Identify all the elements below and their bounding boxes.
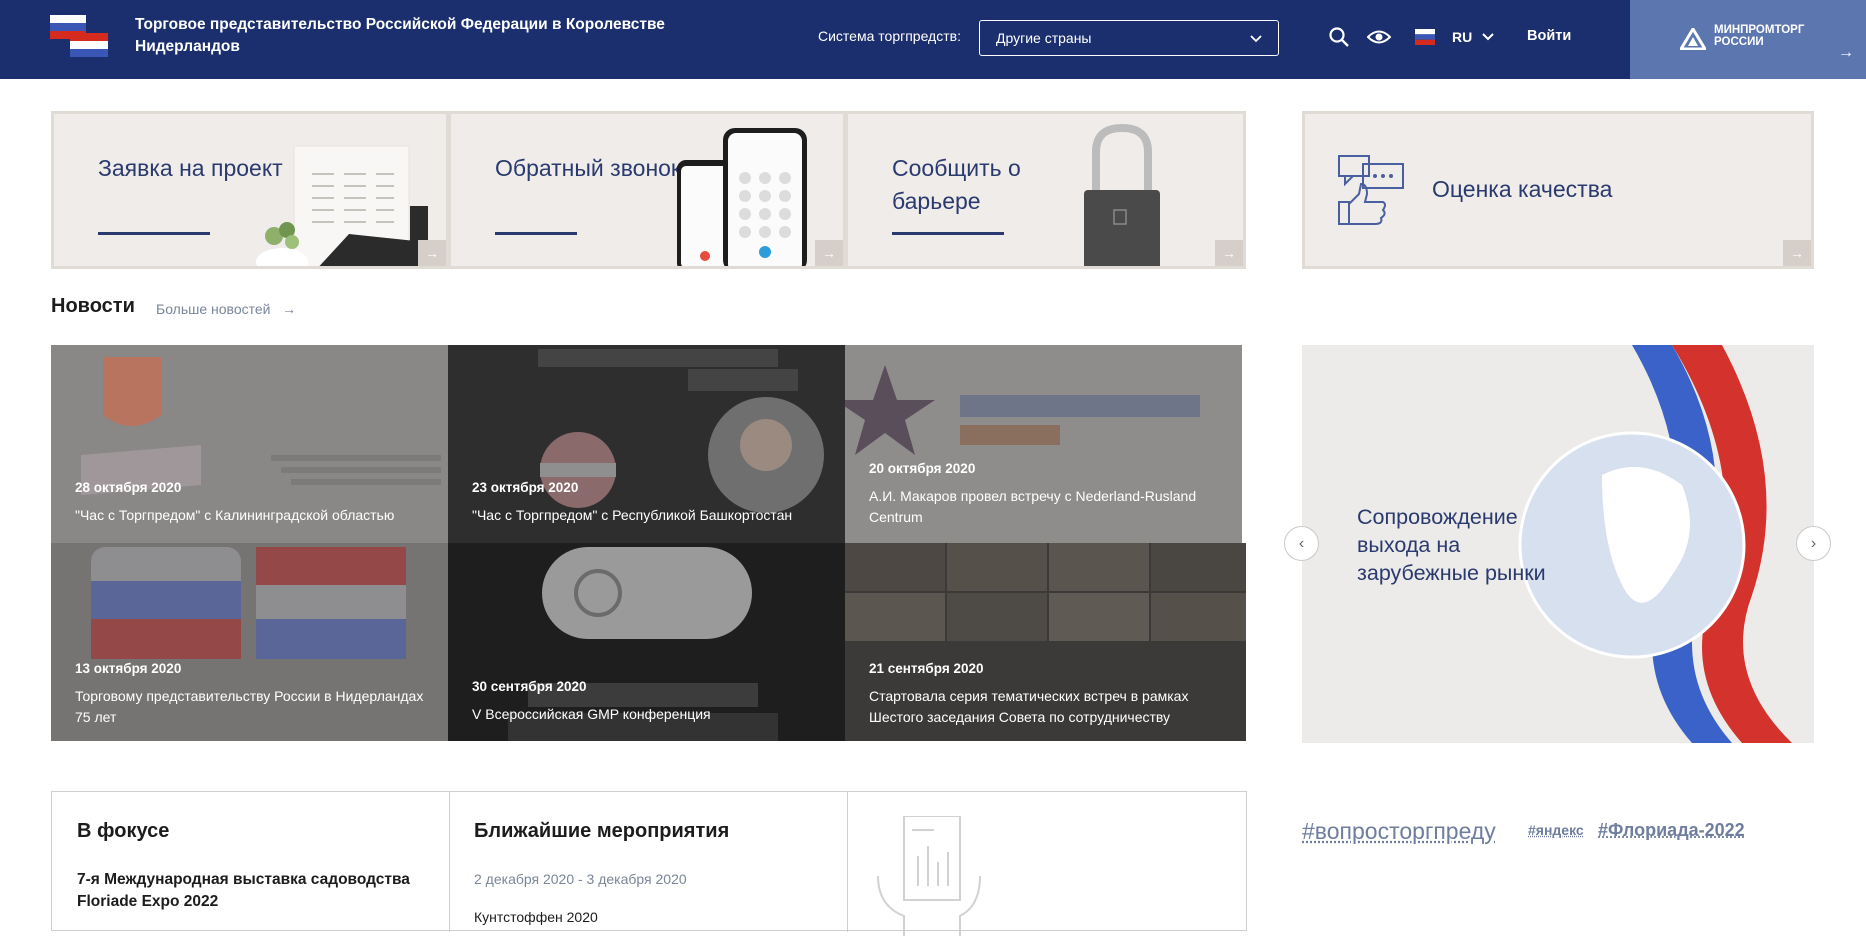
card-project-application[interactable]: Заявка на проект →: [51, 111, 449, 269]
events-heading: Ближайшие мероприятия: [474, 820, 729, 843]
news-headline: V Всероссийская GMP конференция: [472, 704, 832, 725]
news-headline: А.И. Макаров провел встречу с Nederland-…: [869, 486, 1229, 528]
carousel-next-button[interactable]: ›: [1796, 526, 1831, 561]
top-header: Торговое представительство Российской Фе…: [0, 0, 1866, 79]
ministry-link[interactable]: МИНПРОМТОРГ РОССИИ →: [1630, 0, 1866, 79]
login-link[interactable]: Войти: [1527, 28, 1571, 44]
tag-yandex[interactable]: #яндекс: [1528, 822, 1584, 838]
tag-trade-rep-question[interactable]: #вопросторгпреду: [1302, 818, 1496, 845]
trade-system-select-value: Другие страны: [996, 30, 1092, 46]
news-tile[interactable]: 13 октября 2020 Торговому представительс…: [51, 543, 448, 741]
panel-divider: [449, 792, 450, 932]
news-date: 30 сентября 2020: [472, 679, 587, 694]
card-underline: [892, 232, 1004, 235]
trade-system-select[interactable]: Другие страны: [979, 20, 1279, 56]
ministry-name: МИНПРОМТОРГ РОССИИ: [1714, 24, 1824, 48]
bottom-info-panel: В фокусе 7-я Международная выставка садо…: [51, 791, 1247, 931]
more-news-link[interactable]: Больше новостей →: [156, 301, 296, 317]
news-headline: Стартовала серия тематических встреч в р…: [869, 686, 1229, 728]
event-date: 2 декабря 2020 - 3 декабря 2020: [474, 871, 687, 887]
news-date: 20 октября 2020: [869, 461, 975, 476]
news-tile[interactable]: 28 октября 2020 "Час с Торгпредом" с Кал…: [51, 345, 448, 543]
export-support-banner[interactable]: Сопровождение выхода на зарубежные рынки: [1302, 345, 1814, 743]
card-title: Сообщить о барьере: [892, 152, 1082, 218]
news-heading: Новости: [51, 295, 135, 318]
card-underline: [98, 232, 210, 235]
smartphones-image: [673, 128, 813, 269]
ministry-logo-icon: [1680, 28, 1706, 50]
carousel-prev-button[interactable]: ‹: [1284, 526, 1319, 561]
site-title[interactable]: Торговое представительство Российской Фе…: [135, 14, 695, 58]
chat-thumbs-up-icon: [1335, 154, 1407, 226]
news-tile[interactable]: 30 сентября 2020 V Всероссийская GMP кон…: [448, 543, 845, 741]
arrow-right-icon[interactable]: →: [1783, 240, 1811, 266]
news-headline: Торговому представительству России в Нид…: [75, 686, 435, 728]
news-headline: "Час с Торгпредом" с Республикой Башкорт…: [472, 505, 832, 526]
arrow-right-icon: →: [1838, 44, 1854, 62]
news-tile[interactable]: 23 октября 2020 "Час с Торгпредом" с Рес…: [448, 345, 845, 543]
card-callback[interactable]: Обратный звонок →: [448, 111, 846, 269]
padlock-image: [1078, 124, 1168, 269]
arrow-right-icon[interactable]: →: [815, 240, 843, 266]
documents-plant-image: [254, 144, 444, 269]
focus-heading: В фокусе: [77, 820, 169, 843]
news-date: 13 октября 2020: [75, 661, 181, 676]
focus-item-link[interactable]: 7-я Международная выставка садоводства F…: [77, 869, 427, 913]
arrow-right-icon[interactable]: →: [418, 240, 446, 266]
card-title: Оценка качества: [1432, 176, 1612, 203]
news-headline: "Час с Торгпредом" с Калининградской обл…: [75, 505, 435, 526]
news-date: 23 октября 2020: [472, 480, 578, 495]
chevron-down-icon: [1248, 30, 1264, 46]
search-icon[interactable]: [1328, 26, 1350, 48]
news-tile[interactable]: 20 октября 2020 А.И. Макаров провел встр…: [845, 345, 1242, 543]
news-date: 21 сентября 2020: [869, 661, 984, 676]
card-quality-rating[interactable]: Оценка качества →: [1302, 111, 1814, 269]
trade-system-label: Система торгпредств:: [818, 28, 961, 44]
card-underline: [495, 232, 577, 235]
panel-divider: [847, 792, 848, 932]
russia-flag-icon[interactable]: [1415, 29, 1435, 45]
arrow-right-icon[interactable]: →: [1215, 240, 1243, 266]
card-report-barrier[interactable]: Сообщить о барьере →: [845, 111, 1246, 269]
language-selector[interactable]: RU: [1452, 29, 1472, 45]
news-date: 28 октября 2020: [75, 480, 181, 495]
logo-flags-icon[interactable]: [50, 15, 110, 57]
more-news-label: Больше новостей: [156, 301, 270, 317]
arrow-right-icon: →: [274, 301, 296, 317]
tag-floriade-2022[interactable]: #Флориада-2022: [1598, 820, 1745, 841]
chevron-down-icon[interactable]: [1480, 29, 1496, 45]
banner-title: Сопровождение выхода на зарубежные рынки: [1357, 503, 1577, 587]
eye-icon[interactable]: [1367, 26, 1391, 48]
news-tile[interactable]: 21 сентября 2020 Стартовала серия темати…: [845, 543, 1246, 741]
event-name-link[interactable]: Кунтстоффен 2020: [474, 909, 598, 925]
document-hands-icon: [874, 816, 984, 936]
card-title: Обратный звонок: [495, 152, 685, 185]
